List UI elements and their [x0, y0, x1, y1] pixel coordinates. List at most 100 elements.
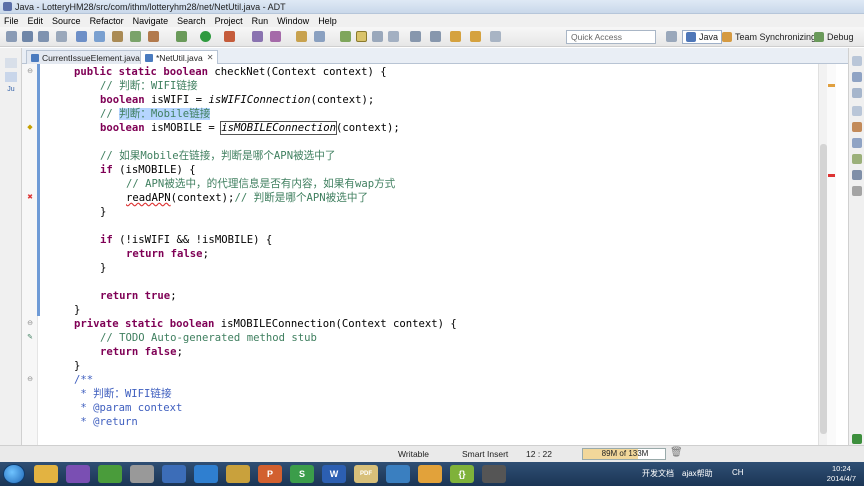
system-clock[interactable]: 10:24 2014/4/7	[827, 464, 856, 484]
restore-view-icon[interactable]	[852, 56, 862, 66]
tray-label-ajax[interactable]: ajax帮助	[682, 468, 713, 479]
restore-view-icon[interactable]	[5, 58, 17, 68]
new-class-icon[interactable]	[252, 31, 263, 42]
chrome-icon[interactable]	[418, 465, 442, 483]
last-edit-icon[interactable]	[490, 31, 501, 42]
tab-current-issue-element[interactable]: CurrentIssueElement.java	[26, 50, 145, 64]
pdf-icon[interactable]: PDF	[354, 465, 378, 483]
menu-file[interactable]: File	[4, 16, 19, 26]
print-icon[interactable]	[56, 31, 67, 42]
heap-status[interactable]: 89M of 133M	[582, 448, 666, 460]
search-icon[interactable]	[314, 31, 325, 42]
debug-icon[interactable]	[176, 31, 187, 42]
start-button[interactable]	[3, 464, 25, 484]
save-all-icon[interactable]	[38, 31, 49, 42]
logcat-view-icon[interactable]	[852, 186, 862, 196]
block-selection-icon[interactable]	[372, 31, 383, 42]
outline-view-icon[interactable]	[852, 72, 862, 82]
menu-window[interactable]: Window	[277, 16, 309, 26]
trash-icon[interactable]: 🗑	[670, 447, 683, 458]
code-line: return false;	[100, 345, 183, 359]
menu-help[interactable]: Help	[318, 16, 337, 26]
forward-icon[interactable]	[470, 31, 481, 42]
code-line: }	[74, 304, 81, 316]
overview-marker[interactable]	[828, 174, 835, 177]
restore-view-icon[interactable]	[852, 106, 862, 116]
method-call-occurrence[interactable]: isMOBILEConnection	[220, 121, 338, 135]
chart-icon[interactable]	[226, 465, 250, 483]
new-icon[interactable]	[6, 31, 17, 42]
fold-toggle-icon[interactable]: ⊖	[26, 67, 34, 75]
sheet-icon[interactable]: S	[290, 465, 314, 483]
menu-edit[interactable]: Edit	[28, 16, 44, 26]
perspective-team-synchronizing[interactable]: Team Synchronizing	[722, 30, 816, 44]
xml-file-icon[interactable]	[148, 31, 159, 42]
menu-source[interactable]: Source	[52, 16, 81, 26]
overview-marker[interactable]	[828, 84, 835, 87]
problems-view-icon[interactable]	[852, 122, 862, 132]
code-text: isMOBILE =	[144, 122, 222, 134]
brackets-icon[interactable]: {}	[450, 465, 474, 483]
explorer-icon[interactable]	[34, 465, 58, 483]
tab-net-util[interactable]: *NetUtil.java ✕	[140, 50, 219, 64]
code-text: (context);	[336, 122, 400, 134]
powerpoint-icon[interactable]: P	[258, 465, 282, 483]
save-icon[interactable]	[22, 31, 33, 42]
menu-refactor[interactable]: Refactor	[90, 16, 124, 26]
avd-manager-icon[interactable]	[94, 31, 105, 42]
declaration-view-icon[interactable]	[852, 154, 862, 164]
package-explorer-icon[interactable]	[5, 72, 17, 82]
task-list-icon[interactable]	[852, 88, 862, 98]
menu-project[interactable]: Project	[215, 16, 243, 26]
media-icon[interactable]	[66, 465, 90, 483]
open-perspective-icon[interactable]	[666, 31, 677, 42]
javadoc-view-icon[interactable]	[852, 138, 862, 148]
task-marker-icon[interactable]: ✎	[26, 333, 34, 341]
perspective-java[interactable]: Java	[682, 30, 723, 44]
new-package-icon[interactable]	[270, 31, 281, 42]
junit-icon[interactable]: Ju	[5, 86, 17, 96]
mark-occurrences-icon[interactable]	[356, 31, 367, 42]
error-marker-icon[interactable]: ✖	[26, 193, 34, 201]
error-method-call[interactable]: readAPN	[126, 192, 171, 204]
show-whitespace-icon[interactable]	[388, 31, 399, 42]
ime-indicator[interactable]: CH	[732, 468, 744, 477]
android-sdk-icon[interactable]	[76, 31, 87, 42]
lint-icon[interactable]	[112, 31, 123, 42]
previous-annotation-icon[interactable]	[430, 31, 441, 42]
selected-text[interactable]: 判断：Mobile链接	[119, 108, 211, 120]
external-tools-icon[interactable]	[224, 31, 235, 42]
overview-ruler[interactable]	[827, 64, 836, 445]
perspective-debug[interactable]: Debug	[814, 30, 854, 44]
android-view-icon[interactable]	[852, 434, 862, 444]
menu-run[interactable]: Run	[252, 16, 269, 26]
open-type-icon[interactable]	[296, 31, 307, 42]
quick-access-input[interactable]: Quick Access	[566, 30, 656, 44]
word-icon[interactable]: W	[322, 465, 346, 483]
menu-search[interactable]: Search	[177, 16, 206, 26]
code-comment: // APN被选中，的代理信息是否有内容，如果有wap方式	[126, 178, 396, 190]
editor-vertical-scrollbar[interactable]	[818, 64, 827, 445]
screen-icon[interactable]	[386, 465, 410, 483]
next-annotation-icon[interactable]	[410, 31, 421, 42]
code-editor[interactable]: ⊖ ◆ ✖ ⊖ ✎ ⊖ public static boolean checkN…	[22, 64, 827, 445]
ie-icon[interactable]	[194, 465, 218, 483]
scrollbar-thumb[interactable]	[820, 144, 827, 434]
console-view-icon[interactable]	[852, 170, 862, 180]
menu-navigate[interactable]: Navigate	[133, 16, 169, 26]
terminal-icon[interactable]	[482, 465, 506, 483]
warning-marker-icon[interactable]: ◆	[26, 123, 34, 131]
run-icon[interactable]	[200, 31, 211, 42]
annotation-icon[interactable]	[340, 31, 351, 42]
fold-toggle-icon[interactable]: ⊖	[26, 375, 34, 383]
code-line: private static boolean isMOBILEConnectio…	[74, 317, 457, 331]
tool-icon[interactable]	[130, 465, 154, 483]
browser-icon[interactable]	[98, 465, 122, 483]
close-icon[interactable]: ✕	[207, 53, 214, 62]
globe-icon[interactable]	[162, 465, 186, 483]
tray-label-docs[interactable]: 开发文档	[642, 468, 674, 479]
fold-toggle-icon[interactable]: ⊖	[26, 319, 34, 327]
back-icon[interactable]	[450, 31, 461, 42]
code-text: isWIFI =	[144, 94, 209, 106]
new-android-project-icon[interactable]	[130, 31, 141, 42]
